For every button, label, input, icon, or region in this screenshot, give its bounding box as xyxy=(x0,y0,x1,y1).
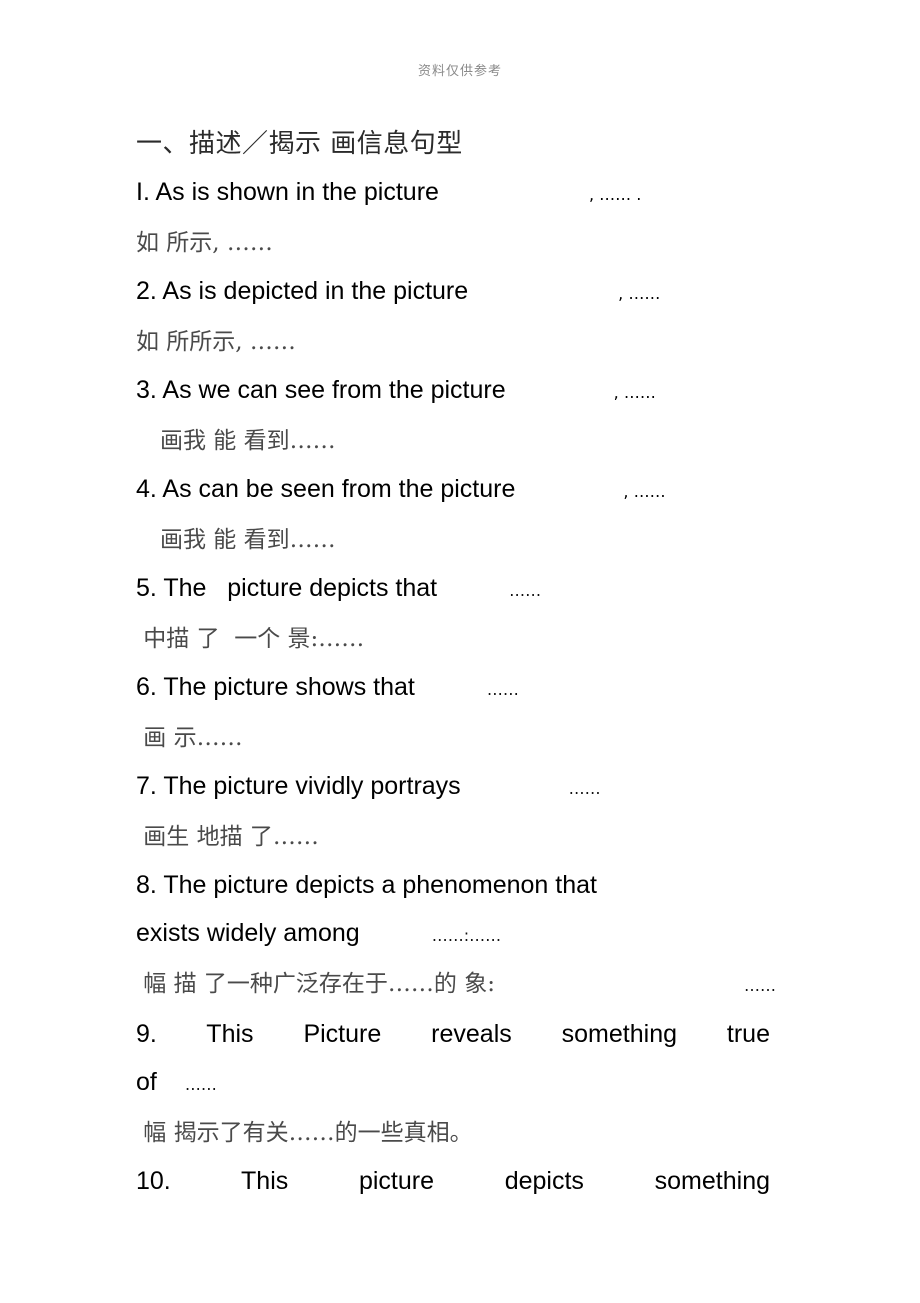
sentence-pattern-2-english: 2. As is depicted in the picture xyxy=(136,277,469,305)
sentence-pattern-7-english: 7. The picture vividly portrays xyxy=(136,772,461,800)
sentence-pattern-1-chinese: 如 所示, …… xyxy=(136,230,273,256)
sentence-pattern-4: 4. As can be seen from the picture , …… xyxy=(136,465,776,516)
sentence-pattern-3-chinese: 画我 能 看到…… xyxy=(160,428,336,454)
sentence-pattern-8-line2: exists widely among ……:…… xyxy=(136,909,776,960)
sentence-pattern-8-chinese-row: 幅 描 了一种广泛存在于……的 象: …… xyxy=(136,960,776,1010)
sentence-pattern-1-english: I. As is shown in the picture xyxy=(136,178,439,206)
sentence-pattern-8-english: 8. The picture depicts a phenomenon that xyxy=(136,871,597,899)
sentence-pattern-7-chinese: 画生 地描 了…… xyxy=(136,824,319,850)
sentence-pattern-5: 5. The picture depicts that …… xyxy=(136,564,776,615)
sentence-pattern-10-english: 10. This picture depicts something xyxy=(136,1167,770,1195)
sentence-pattern-6-english: 6. The picture shows that xyxy=(136,673,415,701)
sentence-pattern-1: I. As is shown in the picture , …… . xyxy=(136,168,776,219)
sentence-pattern-3: 3. As we can see from the picture , …… xyxy=(136,366,776,417)
sentence-pattern-9-line2: of …… xyxy=(136,1058,776,1109)
document-body: 一、描述／揭示 画信息句型 I. As is shown in the pict… xyxy=(136,120,776,1205)
sentence-pattern-8-chinese-tail: …… xyxy=(744,976,776,995)
sentence-pattern-8-tail: ……:…… xyxy=(431,926,502,945)
sentence-pattern-8-english-line2: exists widely among xyxy=(136,919,360,947)
sentence-pattern-9-english-line2: of xyxy=(136,1068,157,1096)
sentence-pattern-7-tail: …… xyxy=(568,779,601,798)
sentence-pattern-2: 2. As is depicted in the picture , …… xyxy=(136,267,776,318)
sentence-pattern-3-tail: , …… xyxy=(613,383,656,402)
page-header-watermark: 资料仅供参考 xyxy=(417,64,502,79)
sentence-pattern-9-tail: …… xyxy=(184,1075,217,1094)
sentence-pattern-5-tail: …… xyxy=(509,581,542,600)
document-page: 资料仅供参考 一、描述／揭示 画信息句型 I. As is shown in t… xyxy=(0,0,920,1303)
section-title: 一、描述／揭示 画信息句型 xyxy=(136,129,463,159)
sentence-pattern-6-chinese: 画 示…… xyxy=(136,725,243,751)
sentence-pattern-6: 6. The picture shows that …… xyxy=(136,663,776,714)
sentence-pattern-4-chinese: 画我 能 看到…… xyxy=(160,527,336,553)
sentence-pattern-8-chinese: 幅 描 了一种广泛存在于……的 象: xyxy=(136,971,495,997)
sentence-pattern-4-tail: , …… xyxy=(623,482,666,501)
sentence-pattern-5-chinese: 中描 了 一个 景:…… xyxy=(136,626,365,652)
sentence-pattern-3-english: 3. As we can see from the picture xyxy=(136,376,506,404)
sentence-pattern-2-chinese: 如 所所示, …… xyxy=(136,329,296,355)
sentence-pattern-7: 7. The picture vividly portrays …… xyxy=(136,762,776,813)
sentence-pattern-2-tail: , …… xyxy=(618,284,661,303)
sentence-pattern-9-english: 9. This Picture reveals something true xyxy=(136,1020,770,1048)
sentence-pattern-9-chinese: 幅 揭示了有关……的一些真相。 xyxy=(136,1120,473,1146)
sentence-pattern-4-english: 4. As can be seen from the picture xyxy=(136,475,516,503)
sentence-pattern-1-tail: , …… . xyxy=(588,185,642,204)
sentence-pattern-6-tail: …… xyxy=(486,680,519,699)
sentence-pattern-5-english: 5. The picture depicts that xyxy=(136,574,438,602)
